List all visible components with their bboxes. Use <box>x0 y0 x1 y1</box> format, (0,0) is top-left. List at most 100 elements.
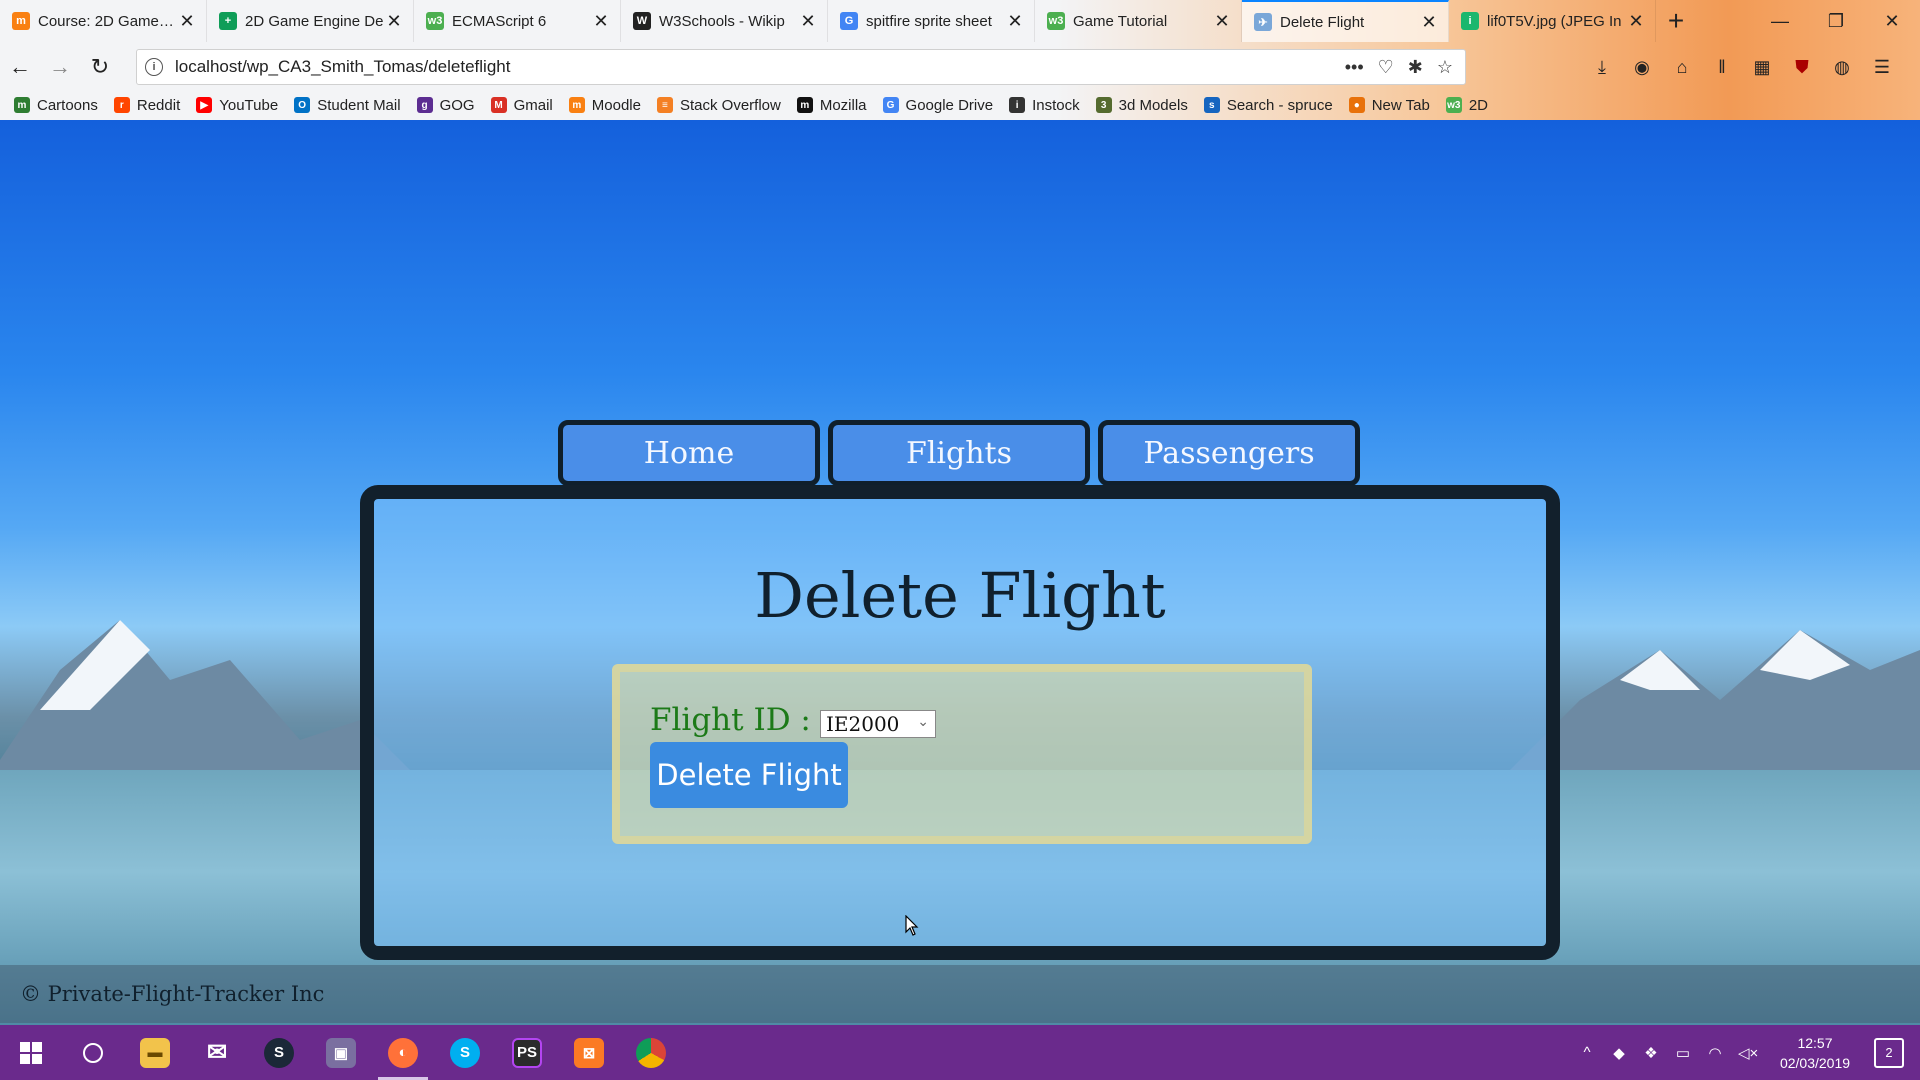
home-icon[interactable]: ⌂ <box>1670 55 1694 79</box>
clock[interactable]: 12:57 02/03/2019 <box>1770 1033 1860 1073</box>
skype-icon[interactable]: S <box>434 1025 496 1080</box>
windows-start-icon[interactable] <box>0 1025 62 1080</box>
sheets-icon: + <box>219 12 237 30</box>
bookmark-favicon-icon: 3 <box>1095 97 1112 113</box>
bookmark-item[interactable]: G Google Drive <box>882 97 993 114</box>
browser-tab[interactable]: +2D Game Engine De ✕ <box>207 0 414 42</box>
dropbox-icon[interactable]: ❖ <box>1642 1044 1660 1062</box>
tab-close-icon[interactable]: ✕ <box>1213 11 1231 32</box>
bookmark-item[interactable]: i Instock <box>1009 97 1080 114</box>
browser-tab[interactable]: w3 ECMAScript 6 ✕ <box>414 0 621 42</box>
tab-close-icon[interactable]: ✕ <box>1627 11 1645 32</box>
flight-id-select[interactable]: IE2000 ⌄ <box>820 710 936 738</box>
xampp-icon[interactable]: ⊠ <box>558 1025 620 1080</box>
bookmark-label: 2D <box>1468 96 1488 114</box>
library-icon[interactable]: ‖ <box>1710 55 1734 79</box>
nav-passengers-button[interactable]: Passengers <box>1098 420 1360 486</box>
bookmark-item[interactable]: M Gmail <box>490 96 553 114</box>
new-tab-button[interactable]: + <box>1656 0 1696 42</box>
tab-close-icon[interactable]: ✕ <box>592 11 610 32</box>
bookmark-label: Gmail <box>513 96 553 114</box>
restore-button[interactable]: ❐ <box>1808 0 1864 42</box>
browser-tab[interactable]: m Course: 2D Game Er ✕ <box>0 0 207 42</box>
bookmark-item[interactable]: r Reddit <box>113 97 180 114</box>
bookmark-item[interactable]: g GOG <box>416 96 475 114</box>
mask-icon[interactable]: ◉ <box>1630 55 1654 79</box>
steam-icon[interactable]: S <box>248 1025 310 1080</box>
tab-close-icon[interactable]: ✕ <box>178 11 196 32</box>
bookmark-item[interactable]: s Search - spruce <box>1203 96 1333 114</box>
bookmark-item[interactable]: O Student Mail <box>294 96 401 114</box>
main-menu: Home Flights Passengers <box>558 420 1360 486</box>
tab-title: Delete Flight <box>1280 13 1365 31</box>
bookmark-label: Student Mail <box>317 96 401 114</box>
bookmark-favicon-icon: g <box>416 97 433 113</box>
forward-icon[interactable]: → <box>40 47 80 87</box>
notifications-icon[interactable]: 2 <box>1874 1037 1904 1068</box>
bookmark-item[interactable]: 3 3d Models <box>1095 96 1188 114</box>
bookmark-item[interactable]: ● New Tab <box>1348 97 1430 114</box>
tab-title: Course: 2D Game Er <box>38 12 178 30</box>
battery-icon[interactable]: ▭ <box>1674 1044 1692 1062</box>
bookmark-label: 3d Models <box>1118 96 1188 114</box>
bookmark-item[interactable]: m Mozilla <box>796 97 867 114</box>
minimize-button[interactable]: — <box>1752 0 1808 42</box>
close-window-button[interactable]: ✕ <box>1864 0 1920 42</box>
bookmark-item[interactable]: ▶ YouTube <box>196 97 278 114</box>
photos-icon[interactable]: ▣ <box>310 1025 372 1080</box>
browser-tab[interactable]: w3 Game Tutorial ✕ <box>1035 0 1242 42</box>
nav-home-button[interactable]: Home <box>558 420 820 486</box>
tab-close-icon[interactable]: ✕ <box>385 11 403 32</box>
page-footer: © Private-Flight-Tracker Inc <box>0 965 1920 1023</box>
mail-icon[interactable]: ✉ <box>186 1025 248 1080</box>
browser-tab[interactable]: i lif0T5V.jpg (JPEG In ✕ <box>1449 0 1656 42</box>
chrome-icon[interactable] <box>620 1025 682 1080</box>
bookmark-star-icon[interactable]: ☆ <box>1437 57 1453 78</box>
wikipedia-icon: W <box>633 12 651 30</box>
site-info-icon[interactable]: i <box>145 58 163 76</box>
tab-title: Game Tutorial <box>1073 12 1168 30</box>
account-icon[interactable]: ◍ <box>1830 55 1854 79</box>
bookmark-favicon-icon: m <box>14 97 30 113</box>
bookmark-item[interactable]: ≡ Stack Overflow <box>656 97 781 114</box>
grid-icon[interactable]: ▦ <box>1750 55 1774 79</box>
ublock-icon[interactable]: ⛊ <box>1790 55 1814 79</box>
wifi-icon[interactable]: ◠ <box>1706 1044 1724 1062</box>
tab-title: W3Schools - Wikip <box>659 12 785 30</box>
volume-muted-icon[interactable]: ◁× <box>1738 1044 1758 1062</box>
nav-flights-button[interactable]: Flights <box>828 420 1090 486</box>
browser-tab[interactable]: W W3Schools - Wikip ✕ <box>621 0 828 42</box>
browser-tab[interactable]: ✈ Delete Flight ✕ <box>1242 0 1449 42</box>
file-explorer-icon[interactable]: ▬ <box>124 1025 186 1080</box>
phpstorm-icon[interactable]: PS <box>496 1025 558 1080</box>
tab-close-icon[interactable]: ✕ <box>1006 11 1024 32</box>
reload-icon[interactable]: ↻ <box>80 47 120 87</box>
browser-tab[interactable]: Gspitfire sprite sheet ✕ <box>828 0 1035 42</box>
bookmark-favicon-icon: O <box>294 97 311 113</box>
delete-flight-form: Flight ID : IE2000 ⌄ Delete Flight <box>612 664 1312 844</box>
url-bar[interactable]: i localhost/wp_CA3_Smith_Tomas/deletefli… <box>136 49 1466 85</box>
download-icon[interactable]: ⤓ <box>1590 55 1614 79</box>
extension-icon[interactable]: ✱ <box>1408 57 1423 78</box>
bookmark-item[interactable]: m Cartoons <box>14 97 98 114</box>
tab-close-icon[interactable]: ✕ <box>1420 12 1438 33</box>
bookmarks-bar: m Cartoons r Reddit ▶ YouTube O Student Mail g GO… <box>0 90 1920 120</box>
pocket-icon[interactable]: ♡ <box>1378 57 1394 78</box>
bookmark-favicon-icon: G <box>882 97 899 113</box>
back-icon[interactable]: ← <box>0 47 40 87</box>
chevron-up-icon[interactable]: ^ <box>1578 1044 1596 1061</box>
bookmark-item[interactable]: w3 2D <box>1445 96 1488 114</box>
tray-app-icon[interactable]: ◆ <box>1610 1044 1628 1062</box>
delete-flight-button[interactable]: Delete Flight <box>650 742 848 808</box>
bookmark-item[interactable]: m Moodle <box>568 97 641 114</box>
bookmark-label: GOG <box>439 96 475 114</box>
tab-close-icon[interactable]: ✕ <box>799 11 817 32</box>
page-actions-icon[interactable]: ••• <box>1345 57 1364 78</box>
bookmark-favicon-icon: ● <box>1348 97 1365 113</box>
url-text[interactable]: localhost/wp_CA3_Smith_Tomas/deletefligh… <box>175 57 1345 77</box>
plane-icon: ✈ <box>1254 13 1272 31</box>
firefox-icon[interactable]: ◐ <box>372 1025 434 1080</box>
cortana-icon[interactable] <box>62 1025 124 1080</box>
menu-icon[interactable]: ☰ <box>1870 55 1894 79</box>
bookmark-label: Search - spruce <box>1226 96 1333 114</box>
